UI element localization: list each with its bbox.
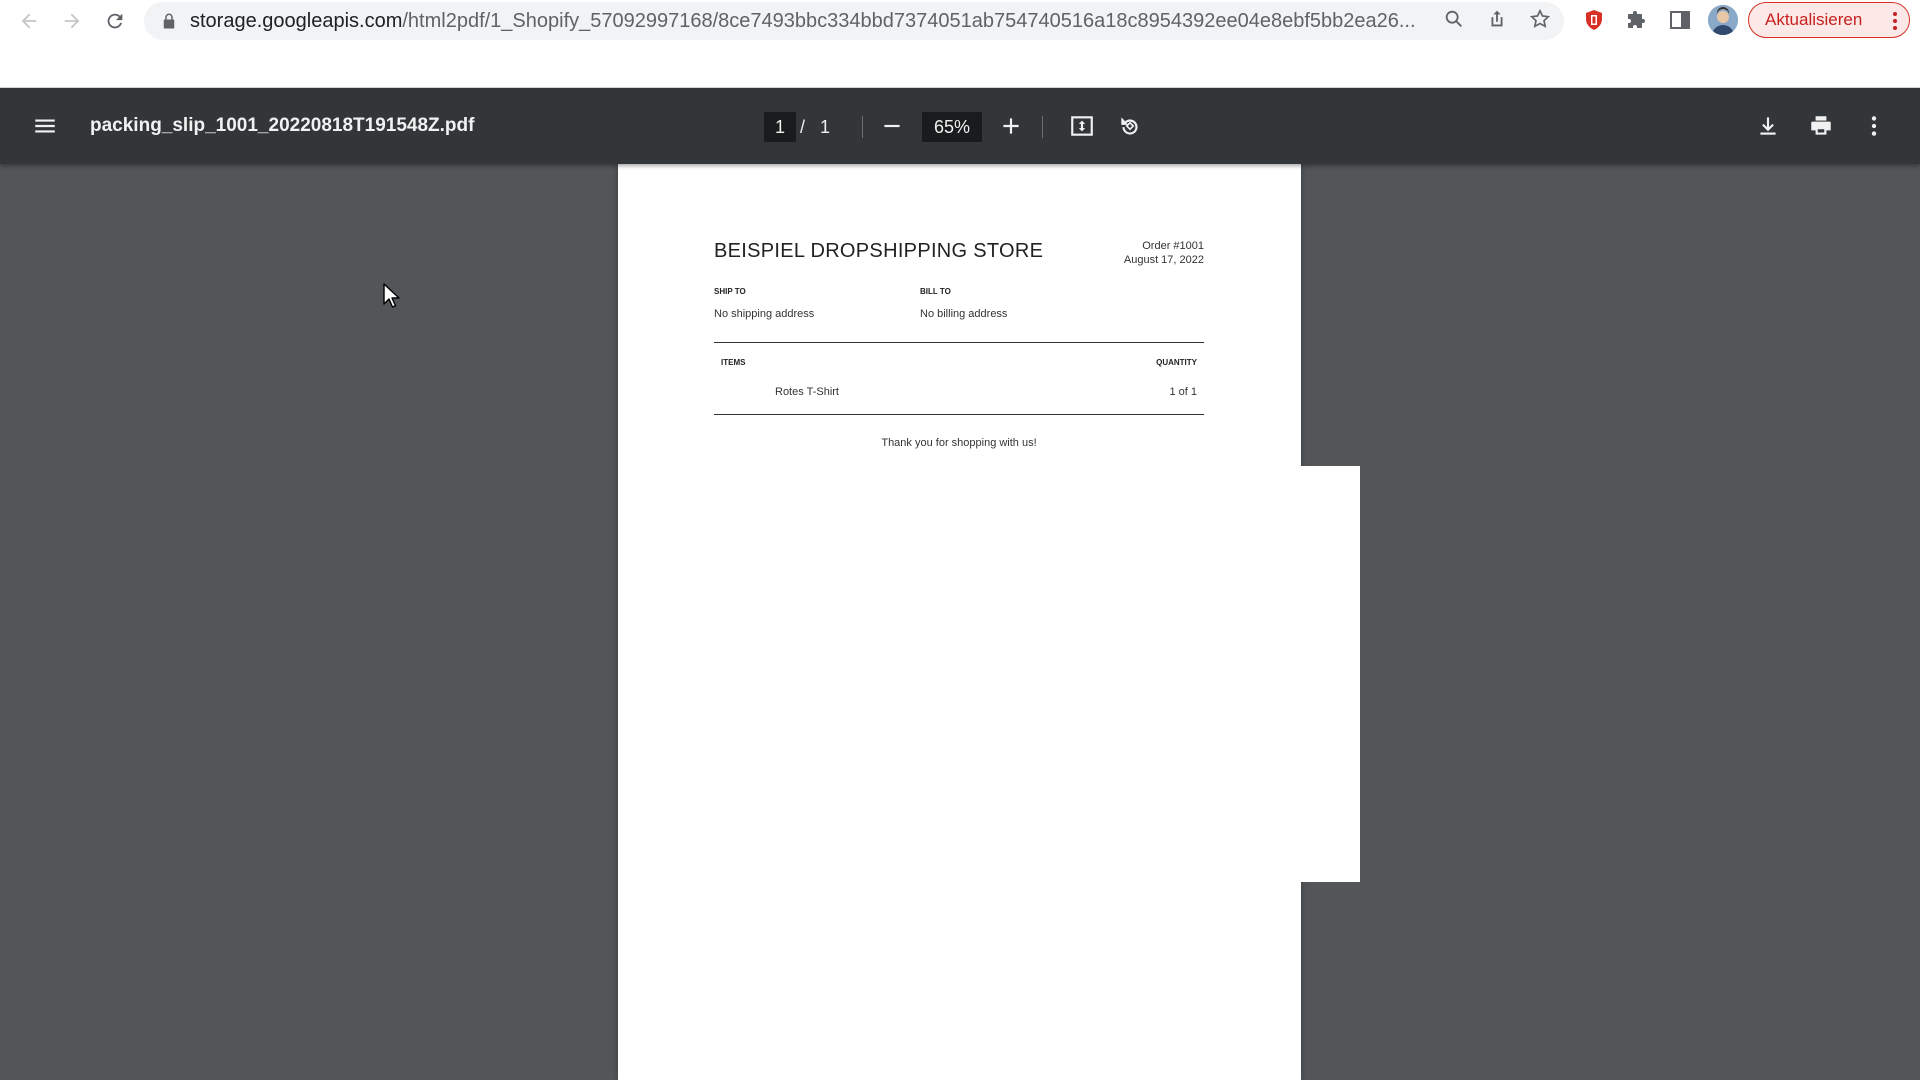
- update-browser-button[interactable]: Aktualisieren: [1748, 2, 1910, 38]
- printer-icon: [1811, 116, 1831, 135]
- fit-to-page-button[interactable]: [1064, 108, 1100, 144]
- more-actions-button[interactable]: [1856, 108, 1892, 144]
- zoom-in-button[interactable]: [993, 108, 1029, 144]
- plus-icon: [1003, 118, 1019, 134]
- page-separator: /: [800, 117, 806, 137]
- profile-picture-icon: [1708, 5, 1738, 35]
- bookmark-button[interactable]: [1528, 7, 1552, 31]
- zoom-level-input[interactable]: 65%: [922, 112, 982, 142]
- extensions-button[interactable]: [1623, 6, 1651, 34]
- toolbar-divider: [1042, 116, 1043, 138]
- minus-icon: [884, 124, 900, 128]
- pdf-viewer-area[interactable]: BEISPIEL DROPSHIPPING STORE Order #1001 …: [0, 164, 1920, 1080]
- profile-avatar[interactable]: [1708, 5, 1738, 35]
- order-number: Order #1001: [1142, 240, 1204, 252]
- bill-to-value: No billing address: [920, 308, 1008, 320]
- ship-to-value: No shipping address: [714, 308, 815, 320]
- hamburger-menu-icon: [35, 119, 55, 133]
- red-shield-icon: [1586, 10, 1602, 30]
- zoom-out-button[interactable]: [874, 108, 910, 144]
- store-name: BEISPIEL DROPSHIPPING STORE: [714, 240, 1044, 262]
- arrow-left-icon: [21, 13, 37, 29]
- url-path: /html2pdf/1_Shopify_57092997168/8ce7493b…: [402, 10, 1416, 32]
- forward-button[interactable]: [57, 6, 87, 36]
- rotate-button[interactable]: [1112, 108, 1148, 144]
- bill-to-label: BILL TO: [920, 287, 951, 296]
- page-side-panel: [1301, 466, 1360, 882]
- reload-icon: [107, 13, 123, 29]
- divider-line: [714, 342, 1204, 343]
- update-label: Aktualisieren: [1765, 10, 1863, 29]
- vertical-dots-icon: [1871, 116, 1877, 136]
- extension-shield-button[interactable]: [1580, 6, 1608, 34]
- item-name: Rotes T-Shirt: [775, 386, 839, 398]
- share-button[interactable]: [1485, 7, 1509, 31]
- toolbar-divider: [862, 116, 863, 138]
- divider-line: [714, 414, 1204, 415]
- address-bar[interactable]: storage.googleapis.com/html2pdf/1_Shopif…: [144, 2, 1564, 40]
- url-text[interactable]: storage.googleapis.com/html2pdf/1_Shopif…: [190, 2, 1570, 40]
- side-panel-button[interactable]: [1666, 6, 1694, 34]
- mouse-cursor-icon: [383, 283, 400, 308]
- rotate-ccw-icon: [1121, 117, 1138, 135]
- order-date: August 17, 2022: [1123, 254, 1204, 266]
- vertical-dots-icon: [1893, 12, 1897, 30]
- sidebar-menu-button[interactable]: [27, 108, 63, 144]
- ship-to-label: SHIP TO: [714, 287, 746, 296]
- browser-toolbar: storage.googleapis.com/html2pdf/1_Shopif…: [0, 0, 1920, 88]
- download-button[interactable]: [1750, 108, 1786, 144]
- page-number-input[interactable]: 1: [764, 112, 796, 142]
- star-icon: [1529, 8, 1551, 28]
- pdf-file-name: packing_slip_1001_20220818T191548Z.pdf: [90, 115, 475, 136]
- pdf-toolbar: packing_slip_1001_20220818T191548Z.pdf 1…: [0, 88, 1920, 164]
- back-button[interactable]: [14, 6, 44, 36]
- arrow-right-icon: [64, 13, 80, 29]
- pdf-page[interactable]: BEISPIEL DROPSHIPPING STORE Order #1001 …: [618, 164, 1301, 1080]
- print-button[interactable]: [1803, 108, 1839, 144]
- items-header: ITEMS: [721, 358, 746, 367]
- puzzle-icon: [1628, 11, 1645, 28]
- item-quantity: 1 of 1: [1169, 386, 1197, 398]
- reload-button[interactable]: [100, 6, 130, 36]
- side-panel-icon: [1670, 11, 1690, 29]
- lock-icon: [163, 13, 175, 29]
- magnifier-icon: [1445, 10, 1462, 27]
- fit-to-page-icon: [1071, 116, 1093, 136]
- page-zoom-button[interactable]: [1442, 7, 1466, 31]
- thank-you-message: Thank you for shopping with us!: [881, 437, 1037, 449]
- page-total: 1: [820, 117, 831, 137]
- quantity-header: QUANTITY: [1156, 358, 1197, 367]
- share-icon: [1491, 10, 1503, 27]
- download-icon: [1760, 117, 1776, 135]
- url-host: storage.googleapis.com: [190, 10, 403, 32]
